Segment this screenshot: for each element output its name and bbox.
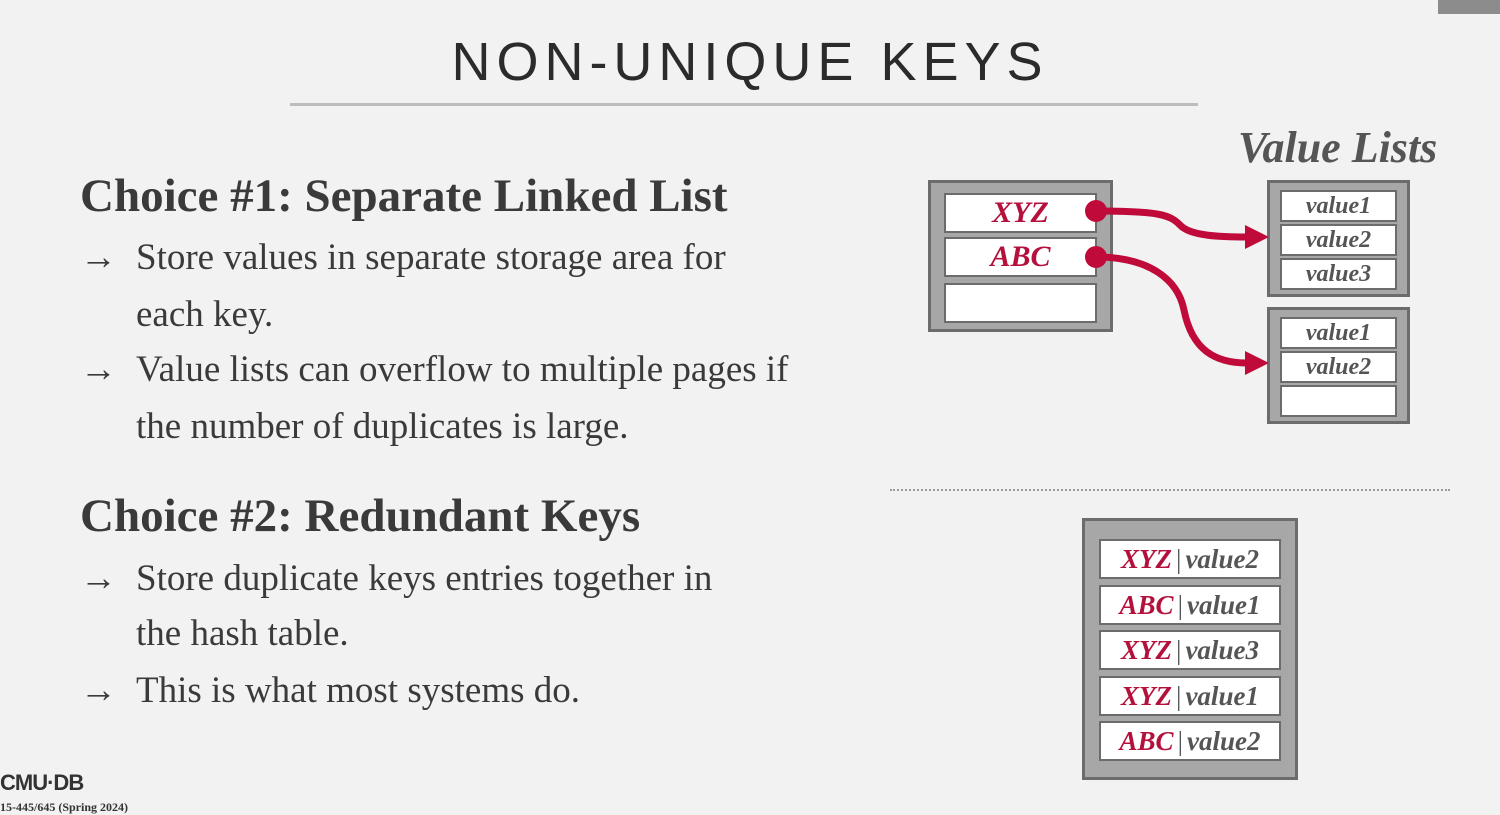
entry-slot: ABC | value2 [1099,721,1281,761]
arrowhead-icon [1245,225,1269,249]
entry-value: value2 [1186,726,1261,756]
pointer-line [1095,253,1248,367]
entry-value: value1 [1186,590,1261,620]
redundant-keys-page: XYZ | value2 ABC | value1 XYZ | value3 XYZ | val… [1082,518,1298,780]
entry-slot: ABC | value1 [1099,585,1281,625]
entry-key: ABC [1119,726,1174,756]
entry-separator: | [1176,681,1182,711]
entry-key: XYZ [1121,681,1173,711]
course-label: 15-445/645 (Spring 2024) [0,800,129,814]
entry-separator: | [1177,726,1183,756]
entry-separator: | [1176,635,1182,665]
cmu-db-logo: CMU·DB [0,770,84,795]
entry-slot: XYZ | value1 [1099,676,1281,716]
entry-value: value3 [1185,635,1259,665]
entry-slot: XYZ | value2 [1099,539,1281,579]
entry-separator: | [1176,544,1182,574]
pointer-line [1095,207,1248,241]
entry-slot: XYZ | value3 [1099,630,1281,670]
entry-key: XYZ [1121,544,1173,574]
entry-value: value2 [1185,544,1259,574]
entry-key: ABC [1119,590,1174,620]
arrowhead-icon [1245,351,1269,375]
arrow-xyz-to-list1 [1085,200,1269,249]
entry-key: XYZ [1121,635,1173,665]
section-divider [890,489,1450,491]
arrow-abc-to-list2 [1085,246,1269,375]
entry-value: value1 [1185,681,1259,711]
entry-separator: | [1177,590,1183,620]
